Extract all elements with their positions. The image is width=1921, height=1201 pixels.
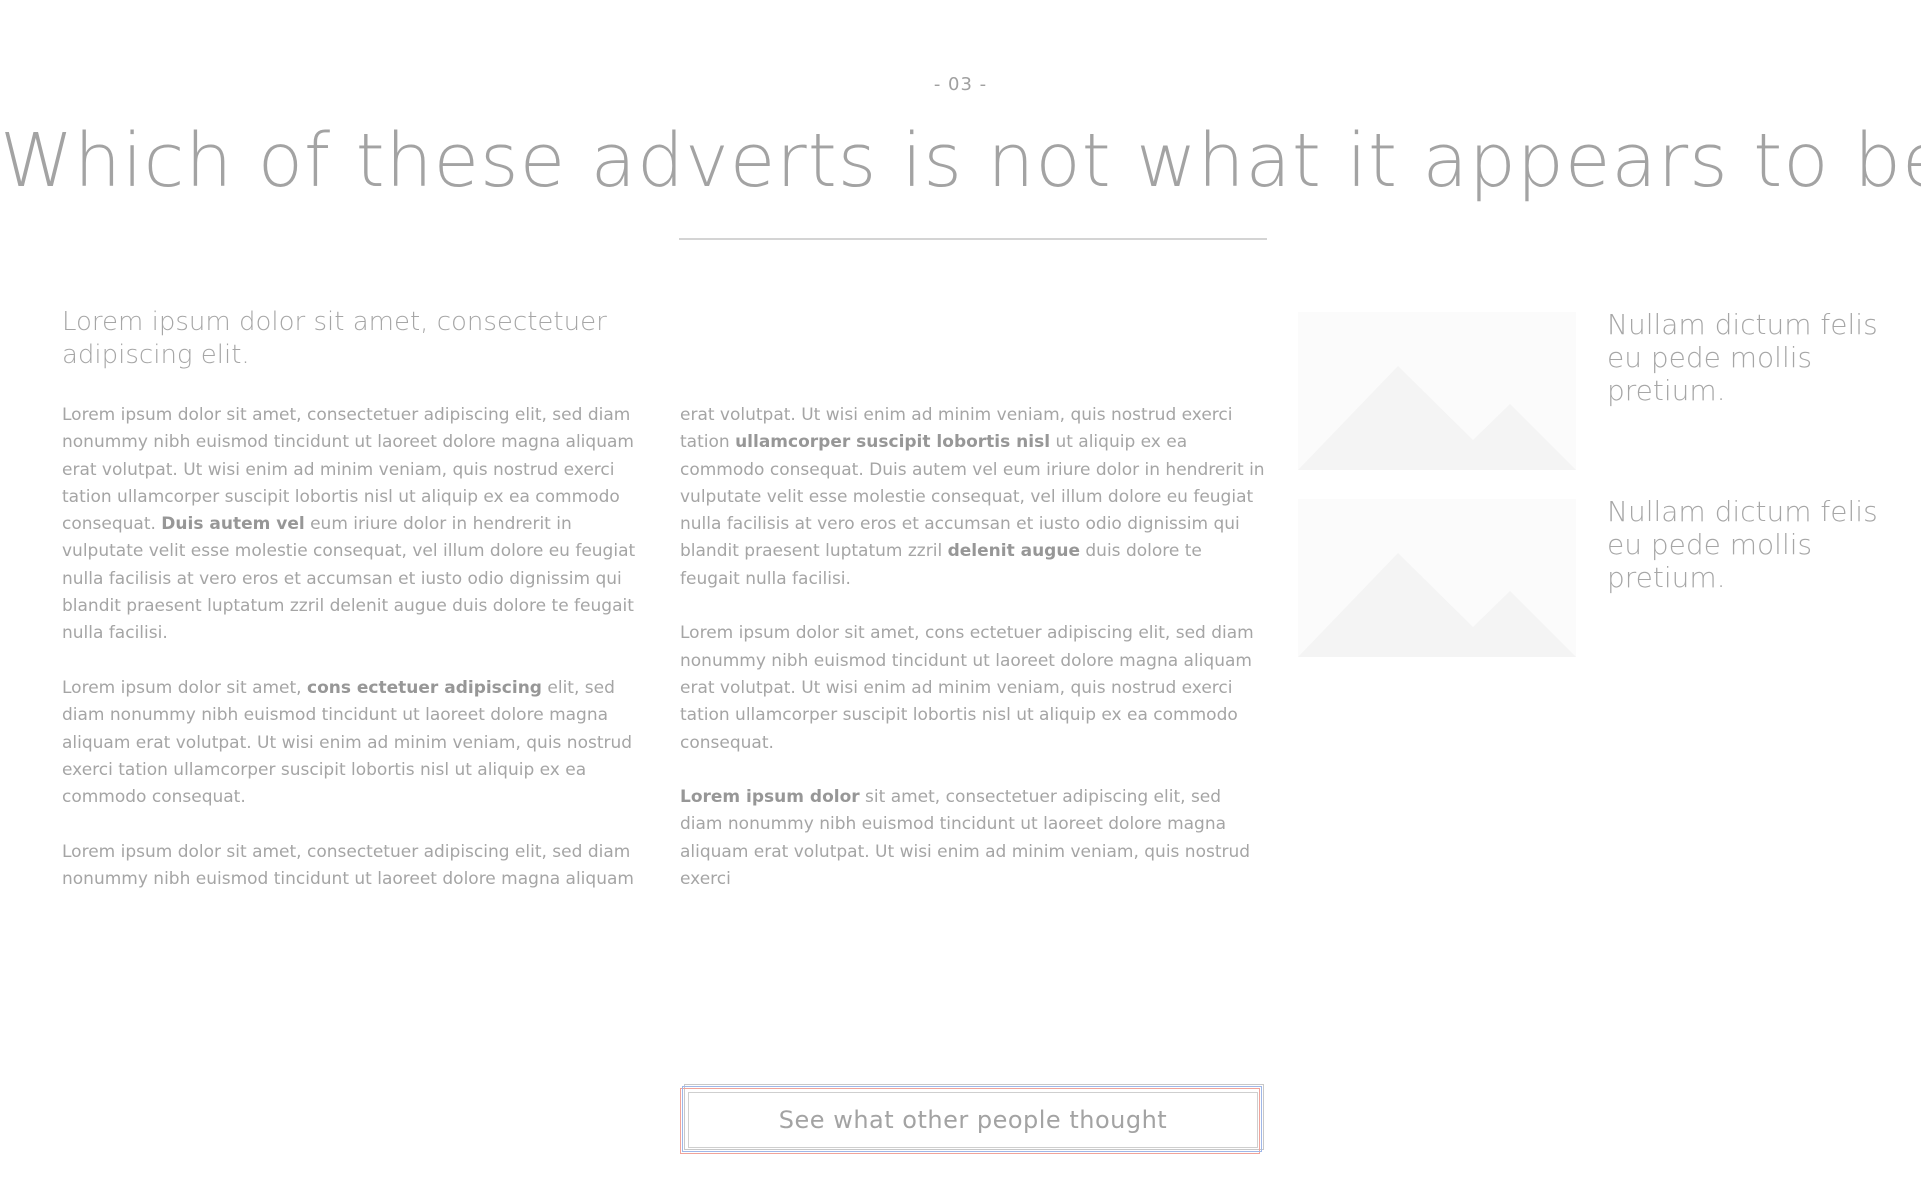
title-divider [679, 238, 1267, 240]
cta-container: See what other people thought [680, 1084, 1266, 1156]
paragraph-emphasis: delenit augue [947, 541, 1080, 562]
paragraph: Lorem ipsum dolor sit amet, consectetuer… [62, 841, 634, 890]
advert-caption-1: Nullam dictum felis eu pede mollis preti… [1607, 308, 1878, 407]
advert-caption-2: Nullam dictum felis eu pede mollis preti… [1607, 495, 1878, 594]
paragraph: Lorem ipsum dolor sit amet, consectetuer… [680, 784, 1266, 893]
paragraph-emphasis: Lorem ipsum dolor [680, 787, 860, 808]
paragraph: Lorem ipsum dolor sit amet, cons ectetue… [680, 623, 1254, 753]
page-number: - 03 - [933, 74, 988, 95]
paragraph-text: Lorem ipsum dolor sit amet, [62, 677, 307, 698]
page: - 03 - Which of these adverts is not wha… [0, 0, 1921, 1201]
image-placeholder-icon [1298, 366, 1576, 470]
advert-thumbnail-1[interactable] [1298, 312, 1576, 470]
page-title: Which of these adverts is not what it ap… [0, 118, 1921, 204]
paragraph-emphasis: cons ectetuer adipiscing [307, 677, 542, 698]
paragraph: Lorem ipsum dolor sit amet, cons ectetue… [62, 675, 648, 811]
see-results-button[interactable]: See what other people thought [688, 1092, 1258, 1148]
intro-heading: Lorem ipsum dolor sit amet, consectetuer… [62, 307, 607, 370]
paragraph: Lorem ipsum dolor sit amet, consectetuer… [62, 402, 648, 648]
paragraph-emphasis: ullamcorper suscipit lobortis nisl [735, 432, 1051, 453]
advert-thumbnail-2[interactable] [1298, 499, 1576, 657]
image-placeholder-icon [1298, 553, 1576, 657]
paragraph-emphasis: Duis autem vel [161, 514, 305, 535]
text-column-left: Lorem ipsum dolor sit amet, consectetuer… [62, 402, 648, 921]
text-column-right: erat volutpat. Ut wisi enim ad minim ven… [680, 402, 1266, 921]
paragraph: erat volutpat. Ut wisi enim ad minim ven… [680, 402, 1266, 593]
